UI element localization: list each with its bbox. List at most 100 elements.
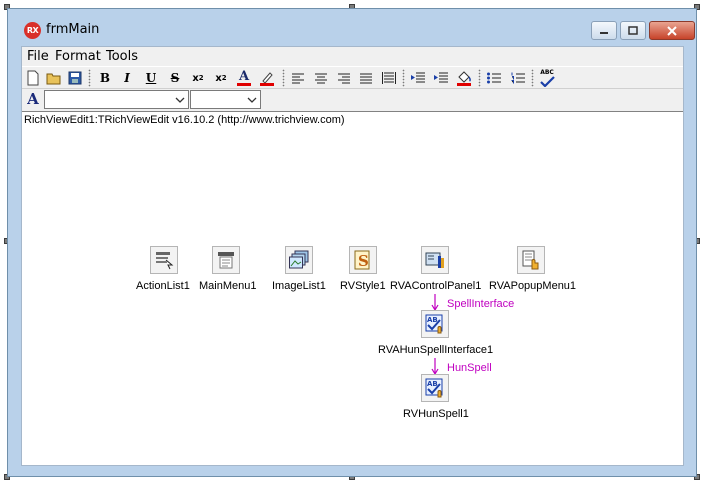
bullet-list-icon (487, 72, 501, 84)
component-rvacontrolpanel[interactable] (421, 246, 449, 274)
form-window: RX frmMain File Format Tools B I U S x 2… (7, 8, 697, 477)
link-label: HunSpell (447, 362, 492, 374)
align-center-button[interactable] (311, 68, 331, 88)
app-logo-icon: RX (24, 22, 41, 39)
numbering-button[interactable] (508, 68, 528, 88)
justify-icon (360, 73, 372, 83)
toolbar-grip[interactable] (531, 69, 534, 87)
component-label: MainMenu1 (199, 280, 257, 292)
title-bar[interactable]: RX frmMain (8, 9, 696, 46)
bold-button[interactable]: B (95, 68, 115, 88)
font-icon: A (27, 90, 39, 108)
component-rvapopupmenu[interactable] (517, 246, 545, 274)
popup-menu-icon (522, 250, 539, 270)
svg-text:AB: AB (427, 316, 438, 324)
subscript-index: 2 (198, 74, 204, 82)
component-imagelist[interactable] (285, 246, 313, 274)
save-icon (68, 71, 82, 85)
subscript-button[interactable]: x2 (188, 68, 208, 88)
hunspell-icon: AB (425, 378, 443, 398)
decrease-indent-button[interactable] (408, 68, 428, 88)
new-button[interactable] (23, 68, 43, 88)
font-name-combo[interactable] (44, 90, 189, 109)
maximize-icon (628, 25, 638, 35)
svg-text:AB: AB (427, 380, 438, 388)
format-toolbar: B I U S x2 x2 A ABC (22, 66, 683, 89)
menu-file[interactable]: File (27, 49, 49, 64)
component-label: RVStyle1 (340, 280, 386, 292)
justify-button[interactable] (356, 68, 376, 88)
font-color-letter: A (238, 69, 250, 84)
window-title: frmMain (46, 22, 100, 37)
menu-format[interactable]: Format (55, 49, 101, 64)
close-icon (667, 25, 677, 36)
save-button[interactable] (65, 68, 85, 88)
svg-text:S: S (358, 252, 369, 270)
superscript-button[interactable]: x2 (211, 68, 231, 88)
spell-interface-icon: AB (425, 314, 443, 334)
rich-view-editor[interactable]: RichViewEdit1:TRichViewEdit v16.10.2 (ht… (22, 111, 683, 465)
increase-indent-button[interactable] (431, 68, 451, 88)
superscript-index: 2 (221, 74, 227, 82)
form-client-area: File Format Tools B I U S x2 x2 A ABC A … (21, 46, 684, 466)
decrease-indent-icon (411, 72, 425, 83)
bullets-button[interactable] (484, 68, 504, 88)
component-label: ImageList1 (272, 280, 326, 292)
control-panel-icon (425, 252, 444, 268)
font-color-button[interactable]: A (234, 68, 254, 88)
font-toolbar: A (22, 89, 683, 111)
highlight-marker-icon (260, 72, 274, 86)
check-mark-icon (540, 76, 555, 87)
new-document-icon (27, 70, 39, 86)
editor-caption: RichViewEdit1:TRichViewEdit v16.10.2 (ht… (24, 114, 345, 126)
toolbar-grip[interactable] (282, 69, 285, 87)
paint-bucket-icon (457, 71, 471, 86)
align-right-button[interactable] (334, 68, 354, 88)
align-left-icon (292, 73, 304, 83)
spell-check-label: ABC (540, 69, 554, 76)
chevron-down-icon (247, 97, 257, 103)
spell-check-button[interactable]: ABC (537, 68, 557, 88)
component-rvstyle[interactable]: S (349, 246, 377, 274)
paragraph-color-button[interactable] (454, 68, 474, 88)
main-menu-icon (218, 252, 234, 269)
toolbar-grip[interactable] (402, 69, 405, 87)
align-left-button[interactable] (288, 68, 308, 88)
distribute-button[interactable] (379, 68, 399, 88)
font-button[interactable]: A (23, 89, 43, 109)
link-label: SpellInterface (447, 298, 515, 310)
minimize-icon (600, 31, 608, 34)
component-label: ActionList1 (136, 280, 190, 292)
strikethrough-button[interactable]: S (165, 68, 185, 88)
menu-tools[interactable]: Tools (106, 49, 138, 64)
style-icon: S (354, 250, 370, 270)
toolbar-grip[interactable] (478, 69, 481, 87)
component-rvhunspell[interactable]: AB (421, 374, 449, 402)
menu-bar: File Format Tools (22, 47, 683, 66)
component-rvahunspellinterface[interactable]: AB (421, 310, 449, 338)
open-folder-icon (46, 73, 61, 85)
close-button[interactable] (649, 21, 695, 40)
component-mainmenu[interactable] (212, 246, 240, 274)
open-button[interactable] (44, 68, 64, 88)
align-center-icon (315, 73, 327, 83)
component-label: RVAControlPanel1 (390, 280, 482, 292)
increase-indent-icon (434, 72, 448, 83)
align-distribute-icon (382, 72, 396, 84)
component-label: RVAPopupMenu1 (489, 280, 577, 292)
numbered-list-icon (511, 72, 525, 84)
toolbar-grip[interactable] (88, 69, 91, 87)
maximize-button[interactable] (620, 21, 646, 40)
align-right-icon (338, 73, 350, 83)
minimize-button[interactable] (591, 21, 617, 40)
font-size-combo[interactable] (190, 90, 261, 109)
component-label: RVHunSpell1 (403, 408, 469, 420)
component-actionlist[interactable] (150, 246, 178, 274)
chevron-down-icon (175, 97, 185, 103)
italic-button[interactable]: I (117, 68, 137, 88)
highlight-button[interactable] (257, 68, 277, 88)
font-color-bar (237, 83, 251, 86)
image-list-icon (289, 250, 309, 269)
action-list-icon (156, 252, 174, 270)
underline-button[interactable]: U (141, 68, 161, 88)
